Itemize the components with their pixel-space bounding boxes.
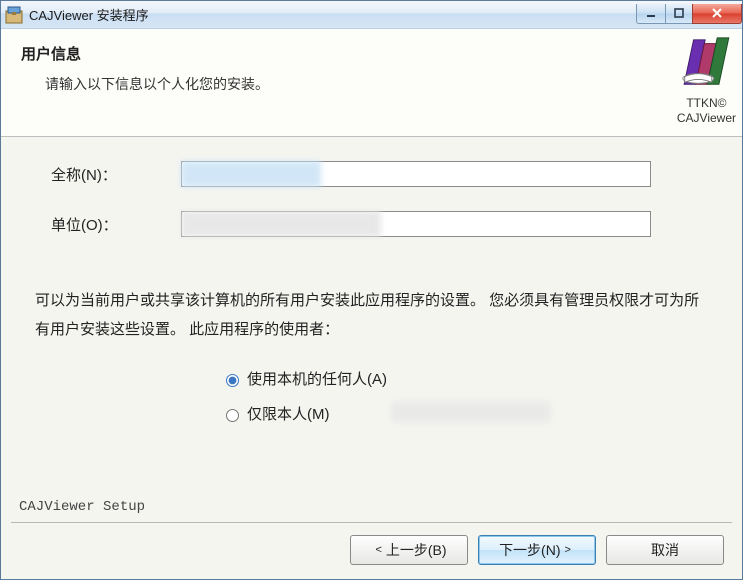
window-title: CAJViewer 安装程序 — [29, 5, 637, 24]
radio-onlyme[interactable]: 仅限本人(M) — [221, 403, 712, 424]
radio-anyone-input[interactable] — [226, 374, 239, 387]
close-button[interactable] — [692, 4, 742, 24]
page-title: 用户信息 — [21, 43, 722, 64]
fullname-label: 全称(N)： — [31, 164, 181, 185]
fullname-row: 全称(N)： — [31, 161, 712, 187]
chevron-right-icon: > — [565, 544, 571, 556]
redacted-overlay — [391, 401, 551, 423]
radio-anyone[interactable]: 使用本机的任何人(A) — [221, 368, 712, 389]
back-button[interactable]: < 上一步(B) — [350, 535, 468, 565]
back-button-label: 上一步(B) — [386, 540, 447, 560]
installer-icon — [5, 6, 23, 24]
cancel-button[interactable]: 取消 — [606, 535, 724, 565]
wizard-body: 全称(N)： 单位(O)： 可以为当前用户或共享该计算机的所有用户安装此应用程序… — [1, 137, 742, 579]
install-scope-group: 使用本机的任何人(A) 仅限本人(M) — [221, 368, 712, 424]
footer-brand: CAJViewer Setup — [19, 499, 145, 515]
wizard-header: 用户信息 请输入以下信息以个人化您的安装。 TTKN© CAJViewer — [1, 29, 742, 137]
radio-anyone-label: 使用本机的任何人(A) — [247, 368, 387, 389]
chevron-left-icon: < — [375, 544, 381, 556]
window-controls — [637, 4, 742, 26]
brand-line1: TTKN© — [677, 96, 736, 110]
org-row: 单位(O)： — [31, 211, 712, 237]
brand-line2: CAJViewer — [677, 111, 736, 125]
wizard-buttons: < 上一步(B) 下一步(N) > 取消 — [350, 535, 724, 565]
books-icon — [677, 35, 735, 91]
redacted-overlay — [181, 211, 381, 237]
page-subtitle: 请输入以下信息以个人化您的安装。 — [45, 74, 722, 94]
title-bar: CAJViewer 安装程序 — [1, 1, 742, 29]
cancel-button-label: 取消 — [651, 540, 679, 560]
radio-onlyme-label: 仅限本人(M) — [247, 403, 330, 424]
brand-logo: TTKN© CAJViewer — [677, 35, 736, 125]
minimize-button[interactable] — [636, 4, 666, 24]
install-scope-description: 可以为当前用户或共享该计算机的所有用户安装此应用程序的设置。 您必须具有管理员权… — [31, 287, 712, 344]
maximize-button[interactable] — [665, 4, 693, 24]
org-label: 单位(O)： — [31, 214, 181, 235]
redacted-overlay — [181, 161, 321, 187]
next-button[interactable]: 下一步(N) > — [478, 535, 596, 565]
radio-onlyme-input[interactable] — [226, 409, 239, 422]
installer-window: CAJViewer 安装程序 用户信息 请输入以下信息以个人化您的安装。 — [0, 0, 743, 580]
next-button-label: 下一步(N) — [499, 540, 560, 560]
footer-divider — [11, 522, 732, 523]
